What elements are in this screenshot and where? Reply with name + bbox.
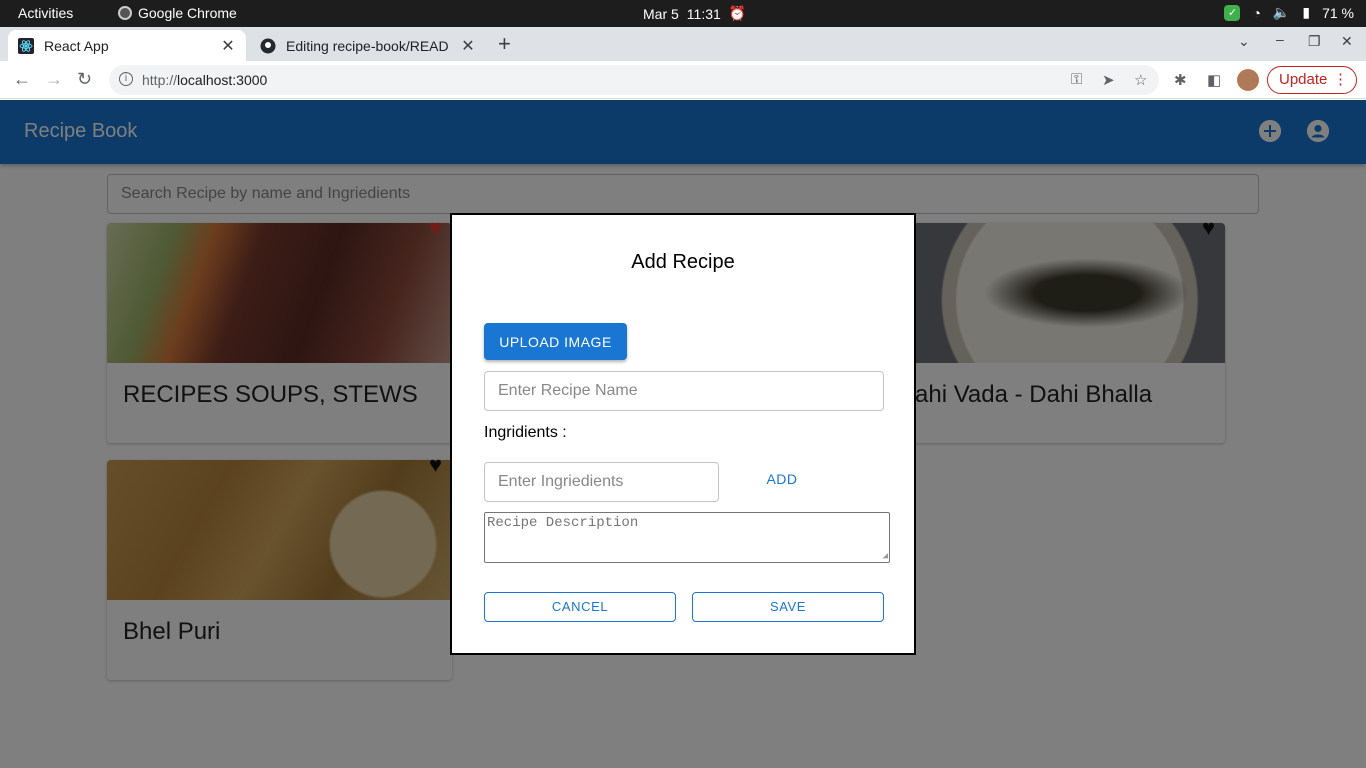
reload-icon[interactable]: ↻ [77,69,92,90]
new-tab-icon[interactable]: + [498,31,511,57]
tab-title: Editing recipe-book/READ [286,37,449,54]
add-recipe-dialog: Add Recipe UPLOAD IMAGE Enter Recipe Nam… [450,213,916,655]
volume-icon: 🔈 [1272,4,1291,20]
send-icon[interactable]: ➤ [1102,71,1115,89]
clock[interactable]: Mar 5 11:31 ⏰ [643,5,746,22]
active-app-menu[interactable]: Google Chrome [118,5,237,21]
chrome-icon [118,6,132,20]
shield-check-icon: ✓ [1224,4,1241,21]
bookmark-star-icon[interactable]: ☆ [1134,71,1147,89]
active-app-name: Google Chrome [138,5,237,21]
key-icon[interactable]: ⚿ [1071,71,1082,88]
tab-title: React App [44,37,109,54]
restore-icon[interactable]: ❐ [1308,33,1321,50]
alarm-icon: ⏰ [728,5,747,21]
url-text[interactable]: http://localhost:3000 [142,72,267,88]
extensions-icon[interactable]: ✱ [1174,71,1187,89]
dialog-title: Add Recipe [631,251,735,273]
minimize-icon[interactable]: – [1276,31,1284,47]
more-vert-icon: ⋮ [1333,71,1348,88]
save-button[interactable]: SAVE [692,592,884,622]
app-viewport: Recipe Book Search Recipe by name and In… [0,100,1366,768]
github-icon [260,38,276,54]
activities-button[interactable]: Activities [18,5,73,21]
update-button[interactable]: Update ⋮ [1267,66,1357,94]
battery-icon: ▮ [1302,4,1311,20]
site-info-icon[interactable]: i [119,72,133,86]
ingredient-input[interactable]: Enter Ingriedients [484,462,719,502]
battery-percent: 71 % [1322,4,1354,21]
clock-date: Mar 5 [643,5,679,22]
wifi-icon: ◔ [1252,4,1261,21]
system-tray[interactable]: ✓ ◔ 🔈 ▮ 71 % [1224,4,1354,21]
tab-search-icon[interactable]: ⌄ [1238,33,1250,50]
clock-time: 11:31 [686,5,721,22]
update-label: Update [1279,71,1328,88]
browser-tab-strip: React App ✕ Editing recipe-book/READ ✕ +… [0,27,1366,61]
address-bar[interactable]: i http://localhost:3000 ⚿ ➤ ☆ [109,65,1159,95]
back-icon[interactable]: ← [13,69,31,90]
description-placeholder: Recipe Description [487,515,639,531]
ingredients-label: Ingridients : [484,424,567,441]
close-tab-icon[interactable]: ✕ [220,36,236,56]
side-panel-icon[interactable]: ◧ [1207,71,1221,89]
browser-toolbar: ← → ↻ i http://localhost:3000 ⚿ ➤ ☆ ✱ ◧ … [0,61,1366,99]
react-logo-icon [18,37,34,54]
close-window-icon[interactable]: ✕ [1341,33,1353,50]
profile-avatar[interactable] [1237,69,1259,91]
recipe-description-textarea[interactable]: Recipe Description ◢ [484,512,890,563]
resize-grip-icon[interactable]: ◢ [883,551,888,561]
cancel-button[interactable]: CANCEL [484,592,676,622]
tab-github[interactable]: Editing recipe-book/READ ✕ [250,30,486,61]
recipe-name-input[interactable]: Enter Recipe Name [484,371,884,411]
forward-icon[interactable]: → [45,69,63,90]
system-top-bar: Activities Google Chrome Mar 5 11:31 ⏰ ✓… [0,0,1366,27]
add-ingredient-button[interactable]: ADD [754,471,810,491]
upload-image-button[interactable]: UPLOAD IMAGE [484,323,627,360]
close-tab-icon[interactable]: ✕ [460,36,476,56]
tab-react-app[interactable]: React App ✕ [8,30,246,61]
